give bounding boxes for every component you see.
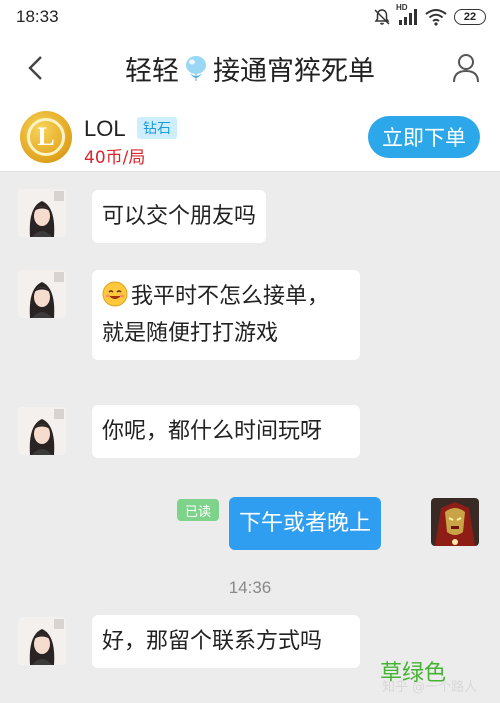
lol-logo-icon: L	[27, 118, 65, 156]
message-text: 我平时不怎么接单，就是随便打打游戏	[102, 284, 330, 346]
order-now-button[interactable]: 立即下单	[368, 116, 480, 158]
nav-bar: 轻轻 接通宵猝死单	[0, 34, 500, 102]
user-avatar[interactable]	[431, 498, 479, 546]
signal-icon: HD	[396, 3, 418, 26]
battery-icon: 22	[454, 9, 486, 25]
wifi-icon	[425, 8, 447, 26]
profile-button[interactable]	[450, 52, 482, 84]
title-name: 轻轻	[125, 55, 179, 87]
game-name: LOL	[84, 116, 126, 141]
smile-emoji-icon	[102, 281, 128, 307]
page-title: 轻轻 接通宵猝死单	[125, 49, 375, 88]
message-bubble-incoming[interactable]: 我平时不怎么接单，就是随便打打游戏	[92, 270, 360, 360]
read-status-badge: 已读	[177, 499, 220, 521]
back-button[interactable]	[20, 52, 52, 84]
status-bar: 18:33 HD 22	[0, 0, 500, 34]
network-label: HD	[396, 3, 408, 12]
message-timestamp: 14:36	[228, 578, 272, 597]
price-label: 40币/局	[84, 148, 146, 168]
contact-avatar[interactable]	[18, 407, 66, 455]
message-bubble-incoming[interactable]: 好，那留个联系方式吗	[92, 615, 360, 668]
contact-avatar[interactable]	[18, 617, 66, 665]
status-time: 18:33	[16, 7, 59, 26]
order-bar: L LOL 钻石 40币/局 立即下单	[0, 102, 500, 172]
contact-avatar[interactable]	[18, 189, 66, 237]
balloon-icon	[186, 56, 206, 81]
watermark: 知乎 @一个路人	[382, 680, 478, 695]
contact-avatar[interactable]	[18, 270, 66, 318]
rank-badge: 钻石	[137, 117, 177, 139]
title-desc: 接通宵猝死单	[213, 55, 375, 87]
status-icons: HD 22	[373, 3, 486, 26]
person-icon	[453, 54, 479, 83]
message-bubble-incoming[interactable]: 可以交个朋友吗	[92, 190, 267, 243]
message-bubble-outgoing[interactable]: 下午或者晚上	[229, 497, 382, 550]
chevron-left-icon	[28, 56, 42, 80]
mute-icon	[373, 8, 391, 26]
message-bubble-incoming[interactable]: 你呢，都什么时间玩呀	[92, 405, 360, 458]
game-logo: L	[20, 111, 72, 163]
